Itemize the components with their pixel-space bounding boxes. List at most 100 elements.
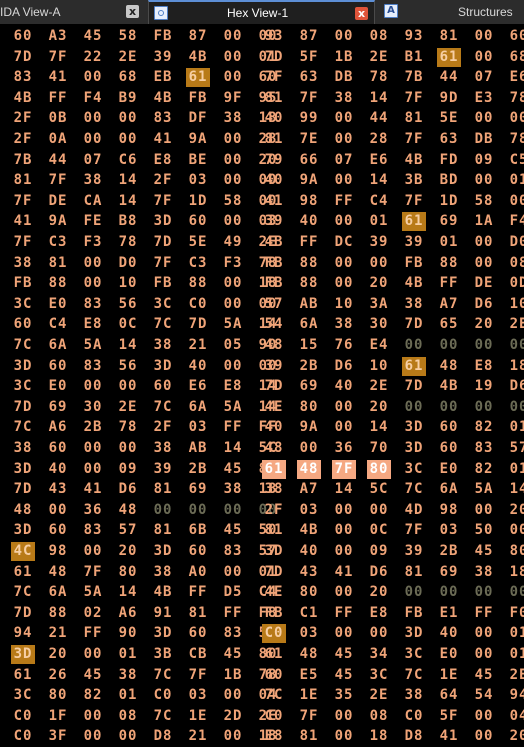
hex-byte[interactable]: F0 — [507, 604, 524, 623]
hex-byte[interactable]: C4 — [46, 315, 70, 334]
hex-byte[interactable]: 03 — [186, 171, 210, 190]
hex-byte[interactable]: 81 — [46, 254, 70, 273]
hex-byte[interactable]: 80 — [367, 459, 391, 479]
hex-byte[interactable]: 7D — [402, 377, 426, 396]
hex-byte[interactable]: 15 — [297, 336, 321, 355]
hex-byte[interactable]: 00 — [437, 398, 461, 417]
hex-byte[interactable]: 98 — [297, 192, 321, 211]
hex-byte[interactable]: 66 — [297, 151, 321, 170]
hex-byte[interactable]: 00 — [81, 542, 105, 561]
hex-byte[interactable]: 00 — [221, 68, 245, 87]
hex-byte[interactable]: 61 — [11, 666, 35, 685]
hex-byte[interactable]: 00 — [221, 27, 245, 46]
hex-byte[interactable]: DF — [186, 109, 210, 128]
hex-byte[interactable]: FF — [472, 604, 496, 623]
hex-byte[interactable]: 80 — [46, 686, 70, 705]
hex-byte[interactable]: D6 — [472, 295, 496, 314]
hex-byte[interactable]: 7F — [11, 192, 35, 211]
hex-byte[interactable]: 21 — [186, 727, 210, 746]
hex-byte[interactable]: 3D — [151, 624, 175, 643]
hex-byte[interactable]: 81 — [402, 109, 426, 128]
hex-byte[interactable]: 00 — [472, 398, 496, 417]
hex-byte[interactable]: 04 — [507, 707, 524, 726]
hex-byte[interactable]: D0 — [507, 233, 524, 252]
hex-byte[interactable]: 6A — [297, 315, 321, 334]
hex-byte[interactable]: 60 — [262, 666, 286, 685]
hex-byte[interactable]: 3D — [402, 439, 426, 458]
hex-byte[interactable]: 07 — [472, 68, 496, 87]
hex-byte[interactable]: FB — [402, 254, 426, 273]
hex-byte[interactable]: 2F — [11, 109, 35, 128]
hex-byte[interactable]: 39 — [402, 233, 426, 252]
hex-byte[interactable]: 78 — [116, 418, 140, 437]
hex-byte[interactable]: D6 — [116, 480, 140, 499]
hex-byte[interactable]: 60 — [186, 624, 210, 643]
hex-byte[interactable]: 44 — [46, 151, 70, 170]
hex-byte[interactable]: 6B — [186, 521, 210, 540]
hex-byte[interactable]: 14 — [116, 336, 140, 355]
hex-byte[interactable]: A6 — [46, 418, 70, 437]
hex-byte[interactable]: 00 — [221, 501, 245, 520]
hex-byte[interactable]: 00 — [221, 686, 245, 705]
hex-byte[interactable]: A7 — [437, 295, 461, 314]
hex-byte[interactable]: 54 — [472, 686, 496, 705]
hex-byte[interactable]: DE — [46, 192, 70, 211]
hex-byte[interactable]: 00 — [402, 583, 426, 602]
hex-byte[interactable]: DE — [472, 274, 496, 293]
hex-byte[interactable]: 00 — [81, 254, 105, 273]
hex-byte[interactable]: 2F — [11, 130, 35, 149]
hex-byte[interactable]: 00 — [472, 27, 496, 46]
hex-byte[interactable]: 00 — [332, 109, 356, 128]
hex-byte[interactable]: 00 — [81, 274, 105, 293]
hex-byte[interactable]: 3D — [262, 542, 286, 561]
hex-byte[interactable]: F4 — [81, 89, 105, 108]
hex-byte[interactable]: 7D — [11, 480, 35, 499]
hex-byte[interactable]: 40 — [297, 542, 321, 561]
hex-byte[interactable]: 38 — [221, 109, 245, 128]
hex-byte[interactable]: 00 — [81, 68, 105, 87]
hex-byte[interactable]: 60 — [437, 439, 461, 458]
hex-view[interactable]: 60A34558FB87000093870008938100607D7F222E… — [0, 24, 524, 746]
hex-byte[interactable]: F3 — [81, 233, 105, 252]
hex-byte[interactable]: 39 — [262, 357, 286, 376]
hex-byte[interactable]: 64 — [437, 686, 461, 705]
hex-byte[interactable]: 01 — [507, 624, 524, 643]
hex-byte[interactable]: 3D — [151, 212, 175, 231]
hex-byte[interactable]: 88 — [297, 274, 321, 293]
hex-byte[interactable]: 81 — [262, 521, 286, 540]
hex-byte[interactable]: 03 — [437, 521, 461, 540]
hex-byte[interactable]: 48 — [46, 563, 70, 582]
hex-byte[interactable]: 3C — [11, 295, 35, 314]
hex-byte[interactable]: C3 — [46, 233, 70, 252]
hex-byte[interactable]: 00 — [332, 27, 356, 46]
hex-byte[interactable]: FF — [332, 192, 356, 211]
hex-byte[interactable]: 40 — [186, 357, 210, 376]
hex-byte[interactable]: FF — [332, 604, 356, 623]
hex-byte[interactable]: 7C — [151, 315, 175, 334]
hex-byte[interactable]: 56 — [116, 295, 140, 314]
hex-byte[interactable]: 35 — [332, 686, 356, 705]
hex-byte[interactable]: 00 — [116, 439, 140, 458]
hex-byte[interactable]: 88 — [297, 254, 321, 273]
hex-byte[interactable]: E8 — [367, 604, 391, 623]
hex-byte[interactable]: 00 — [81, 645, 105, 664]
hex-byte[interactable]: 45 — [81, 27, 105, 46]
hex-byte[interactable]: 08 — [116, 707, 140, 726]
hex-byte[interactable]: 7D — [11, 398, 35, 417]
hex-byte[interactable]: 7D — [11, 48, 35, 67]
hex-byte[interactable]: 00 — [507, 192, 524, 211]
hex-byte[interactable]: 0C — [116, 315, 140, 334]
hex-byte[interactable]: 38 — [402, 295, 426, 314]
hex-byte[interactable]: D8 — [151, 727, 175, 746]
hex-byte[interactable]: 39 — [367, 233, 391, 252]
hex-byte[interactable]: 05 — [221, 336, 245, 355]
hex-byte[interactable]: E0 — [46, 377, 70, 396]
hex-byte[interactable]: AB — [297, 295, 321, 314]
hex-byte[interactable]: EB — [151, 68, 175, 87]
hex-byte[interactable]: 00 — [367, 624, 391, 643]
hex-byte[interactable]: 61 — [437, 47, 461, 67]
hex-byte[interactable]: 7D — [151, 233, 175, 252]
hex-byte[interactable]: 5A — [81, 336, 105, 355]
hex-byte[interactable]: 9A — [297, 171, 321, 190]
hex-byte[interactable]: 6A — [46, 336, 70, 355]
